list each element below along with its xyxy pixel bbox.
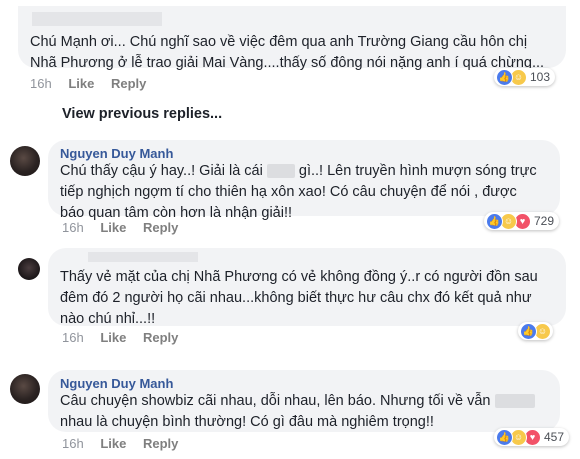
reply-actions: 16h Like Reply bbox=[62, 330, 191, 345]
reaction-count: 457 bbox=[544, 430, 565, 444]
reply-time: 16h bbox=[62, 330, 84, 345]
reply-link[interactable]: Reply bbox=[143, 436, 178, 451]
like-link[interactable]: Like bbox=[100, 436, 126, 451]
reaction-summary[interactable]: 👍 ☺ bbox=[518, 322, 553, 340]
comment-text: Chú Mạnh ơi... Chú nghĩ sao về việc đêm … bbox=[30, 34, 545, 71]
reply-text: Thấy vẻ mặt của chị Nhã Phương có vẻ khô… bbox=[60, 269, 538, 327]
like-link[interactable]: Like bbox=[100, 330, 126, 345]
like-link[interactable]: Like bbox=[68, 76, 94, 91]
reaction-summary[interactable]: 👍 ☺ 103 bbox=[494, 68, 556, 86]
reaction-count: 103 bbox=[530, 70, 551, 84]
view-previous-replies-link[interactable]: View previous replies... bbox=[62, 106, 222, 122]
reply-bubble: Nguyen Duy Manh Chú thấy cậu ý hay..! Gi… bbox=[48, 140, 560, 221]
reply-text: Câu chuyện showbiz cãi nhau, dỗi nhau, l… bbox=[60, 391, 548, 433]
reply-actions: 16h Like Reply bbox=[62, 220, 191, 235]
reply-text: Chú thấy cậu ý hay..! Giải là cái gì..! … bbox=[60, 163, 537, 221]
censored-word bbox=[494, 394, 535, 409]
avatar[interactable] bbox=[10, 146, 40, 176]
reaction-count: 729 bbox=[534, 214, 555, 228]
reaction-summary[interactable]: 👍 ☺ ♥ 457 bbox=[494, 428, 570, 446]
reply-link[interactable]: Reply bbox=[111, 76, 146, 91]
avatar[interactable] bbox=[18, 258, 40, 280]
like-icon: 👍 bbox=[520, 322, 537, 340]
reply-link[interactable]: Reply bbox=[143, 330, 178, 345]
reply-link[interactable]: Reply bbox=[143, 220, 178, 235]
comment-bubble: Chú Mạnh ơi... Chú nghĩ sao về việc đêm … bbox=[18, 6, 566, 71]
like-icon: 👍 bbox=[496, 428, 513, 446]
author-name[interactable]: Nguyen Duy Manh bbox=[60, 146, 548, 161]
reply-actions: 16h Like Reply bbox=[62, 436, 191, 451]
author-name[interactable]: Nguyen Duy Manh bbox=[60, 376, 548, 391]
reply-bubble: Thấy vẻ mặt của chị Nhã Phương có vẻ khô… bbox=[48, 248, 566, 327]
reaction-summary[interactable]: 👍 ☺ ♥ 729 bbox=[484, 212, 560, 230]
author-name-redacted bbox=[88, 252, 198, 262]
comment-time: 16h bbox=[30, 76, 52, 91]
reply-bubble: Nguyen Duy Manh Câu chuyện showbiz cãi n… bbox=[48, 370, 560, 432]
comment-actions: 16h Like Reply bbox=[30, 76, 159, 91]
like-link[interactable]: Like bbox=[100, 220, 126, 235]
avatar[interactable] bbox=[10, 374, 40, 404]
censored-word bbox=[266, 164, 295, 179]
commenter-name-redacted bbox=[32, 12, 162, 26]
like-icon: 👍 bbox=[486, 212, 503, 230]
reply-time: 16h bbox=[62, 220, 84, 235]
like-icon: 👍 bbox=[496, 68, 513, 86]
reply-time: 16h bbox=[62, 436, 84, 451]
